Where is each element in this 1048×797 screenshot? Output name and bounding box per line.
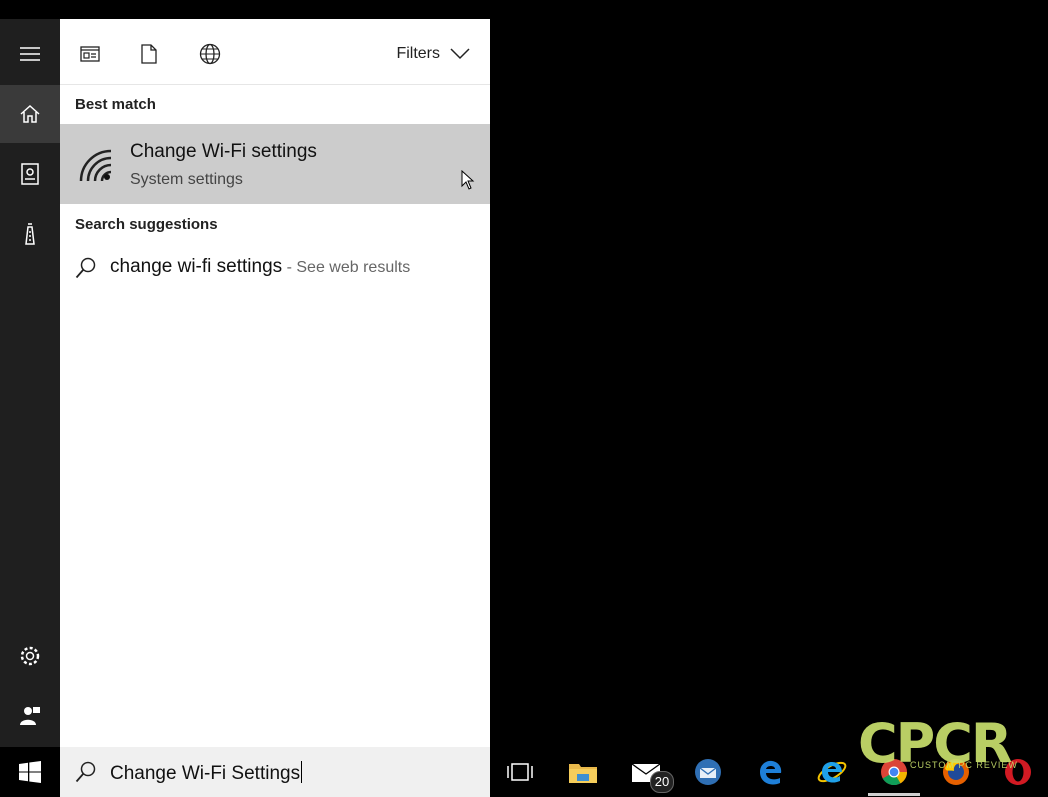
file-explorer-button[interactable] (558, 747, 608, 797)
hamburger-menu-icon (20, 47, 40, 61)
settings-icon (20, 646, 40, 666)
chevron-down-icon (450, 48, 470, 60)
web-filter-button[interactable] (195, 39, 225, 69)
task-view-button[interactable] (495, 747, 545, 797)
apps-filter-button[interactable] (75, 39, 105, 69)
internet-explorer-icon (817, 761, 847, 783)
hamburger-menu-button[interactable] (0, 25, 60, 83)
filters-dropdown[interactable]: Filters (396, 42, 470, 66)
feedback-button[interactable] (0, 687, 60, 745)
devices-button[interactable] (0, 205, 60, 263)
mouse-cursor-icon (461, 170, 475, 190)
search-icon (75, 761, 96, 783)
search-icon (75, 257, 96, 279)
watermark-text: CUSTOM PC REVIEW (910, 760, 1018, 770)
devices-icon (25, 223, 35, 245)
home-icon (20, 104, 40, 123)
search-box[interactable]: Change Wi-Fi Settings (60, 747, 490, 797)
search-suggestions-heading: Search suggestions (75, 216, 218, 233)
notebook-icon (21, 163, 39, 185)
search-input-text: Change Wi-Fi Settings (110, 763, 301, 784)
settings-button[interactable] (0, 627, 60, 685)
suggestion-web-hint: - See web results (282, 259, 411, 276)
thunderbird-button[interactable] (683, 747, 733, 797)
search-input[interactable]: Change Wi-Fi Settings (110, 761, 303, 785)
best-match-result[interactable]: Change Wi-Fi settings System settings (60, 124, 490, 204)
mail-unread-badge: 20 (650, 771, 674, 793)
best-match-heading: Best match (75, 96, 156, 113)
search-results-panel: Filters Best match Change Wi-Fi settings… (60, 19, 490, 747)
chrome-active-indicator (868, 793, 920, 796)
best-match-title: Change Wi-Fi settings (130, 141, 317, 162)
task-view-icon (507, 763, 533, 781)
suggestion-text: change wi-fi settings - See web results (110, 256, 410, 278)
edge-icon (760, 760, 782, 785)
text-caret (301, 761, 303, 783)
windows-logo-icon (19, 761, 41, 783)
home-button[interactable] (0, 85, 60, 143)
wifi-icon (79, 149, 112, 182)
edge-button[interactable] (745, 747, 795, 797)
apps-icon (80, 46, 100, 62)
internet-explorer-button[interactable] (807, 747, 857, 797)
documents-filter-button[interactable] (134, 39, 164, 69)
web-icon (199, 43, 221, 65)
notebook-button[interactable] (0, 145, 60, 203)
suggestion-query: change wi-fi settings (110, 256, 283, 277)
filters-label: Filters (396, 45, 440, 62)
search-toolbar: Filters (60, 19, 490, 85)
feedback-icon (20, 707, 40, 725)
best-match-subtitle: System settings (130, 171, 243, 188)
suggestion-item[interactable]: change wi-fi settings - See web results (60, 251, 490, 285)
thunderbird-icon (695, 759, 721, 785)
file-explorer-icon (569, 764, 597, 783)
start-button[interactable] (0, 747, 60, 797)
start-menu-rail (0, 19, 60, 747)
document-icon (141, 44, 157, 64)
